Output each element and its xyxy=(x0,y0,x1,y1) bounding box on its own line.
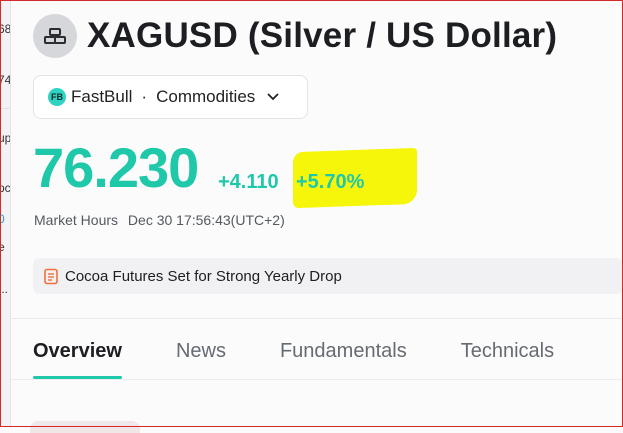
left-divider xyxy=(0,108,10,109)
news-ticker[interactable]: Cocoa Futures Set for Strong Yearly Drop xyxy=(33,258,623,294)
document-icon xyxy=(44,268,58,284)
left-text-fragment: e xyxy=(0,240,5,254)
left-text-fragment: 0 xyxy=(0,212,5,226)
market-status-datetime: Dec 30 17:56:43(UTC+2) xyxy=(127,212,285,228)
left-panel-fragment: 68 74 up pc 0 e ... xyxy=(0,0,11,427)
left-text-fragment: 68 xyxy=(0,22,11,36)
left-text-fragment: ... xyxy=(0,282,9,296)
fastbull-logo-icon: FB xyxy=(48,88,66,106)
price-change-absolute: +4.110 xyxy=(218,171,279,193)
section-divider xyxy=(10,318,623,319)
source-category-dropdown[interactable]: FB FastBull · Commodities xyxy=(33,75,308,119)
left-text-fragment: up xyxy=(0,131,11,145)
chevron-down-icon xyxy=(267,93,279,101)
page-title: XAGUSD (Silver / US Dollar) xyxy=(87,16,558,55)
news-headline: Cocoa Futures Set for Strong Yearly Drop xyxy=(65,267,342,285)
tab-fundamentals[interactable]: Fundamentals xyxy=(280,340,407,363)
market-status: Market Hours Dec 30 17:56:43(UTC+2) xyxy=(34,212,285,228)
tabs-divider xyxy=(10,379,623,380)
source-provider: FastBull xyxy=(71,87,133,106)
left-text-fragment: pc xyxy=(0,181,11,195)
market-status-label: Market Hours xyxy=(34,212,119,228)
tab-news[interactable]: News xyxy=(176,340,226,363)
instrument-header: XAGUSD (Silver / US Dollar) xyxy=(33,14,557,58)
separator-dot: · xyxy=(141,87,148,106)
category-label: Commodities xyxy=(156,87,256,106)
tab-technicals[interactable]: Technicals xyxy=(461,340,554,363)
instrument-tabs: Overview News Fundamentals Technicals xyxy=(33,340,554,363)
current-price: 76.230 xyxy=(33,136,199,199)
price-change-percent: +5.70% xyxy=(296,171,365,193)
left-text-fragment: 74 xyxy=(0,73,11,87)
tab-overview[interactable]: Overview xyxy=(33,340,122,363)
gold-bars-icon xyxy=(33,14,77,58)
content-card-edge xyxy=(30,421,140,433)
